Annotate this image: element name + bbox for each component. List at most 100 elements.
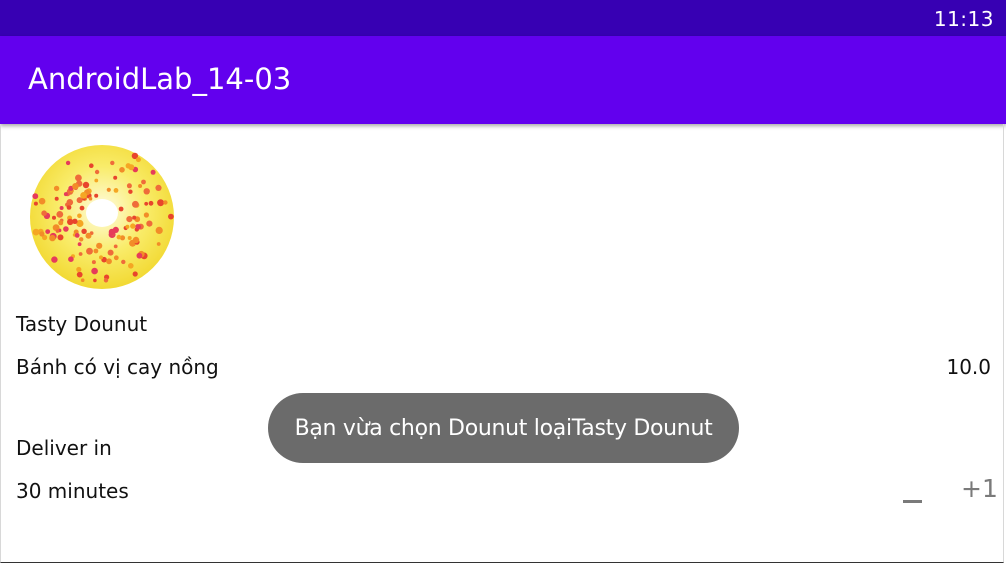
- sprinkle: [82, 181, 90, 189]
- sprinkle: [32, 228, 40, 236]
- sprinkle: [91, 267, 98, 275]
- sprinkle: [63, 226, 69, 232]
- sprinkle: [78, 252, 83, 256]
- sprinkle: [39, 231, 45, 237]
- sprinkle: [94, 193, 99, 198]
- sprinkle: [125, 224, 130, 229]
- sprinkle: [99, 255, 103, 260]
- sprinkle: [130, 223, 136, 229]
- sprinkle: [136, 252, 143, 259]
- sprinkle: [126, 216, 133, 223]
- sprinkle: [51, 256, 58, 263]
- sprinkle: [72, 183, 79, 190]
- sprinkle: [128, 263, 134, 269]
- sprinkle: [80, 192, 87, 199]
- minus-icon: [903, 500, 922, 503]
- sprinkle: [141, 179, 146, 185]
- sprinkle: [79, 205, 85, 211]
- sprinkle: [77, 213, 82, 219]
- sprinkle: [103, 278, 109, 283]
- sprinkle: [77, 242, 82, 247]
- sprinkle: [76, 271, 83, 278]
- sprinkle: [132, 215, 137, 220]
- sprinkle: [113, 188, 119, 193]
- sprinkle: [155, 184, 162, 191]
- sprinkle: [56, 211, 64, 218]
- sprinkle: [148, 200, 154, 206]
- status-bar: 11:13: [0, 0, 1006, 36]
- sprinkle: [163, 200, 168, 205]
- sprinkle: [33, 201, 38, 206]
- sprinkle: [146, 220, 153, 227]
- sprinkle: [132, 271, 138, 277]
- product-name: Tasty Dounut: [16, 312, 148, 336]
- sprinkle: [94, 178, 99, 183]
- sprinkle: [96, 242, 103, 249]
- sprinkle: [119, 167, 125, 173]
- sprinkle: [132, 200, 139, 208]
- sprinkle: [93, 248, 99, 254]
- sprinkle: [76, 266, 82, 273]
- sprinkle: [107, 249, 114, 256]
- sprinkle: [32, 193, 39, 200]
- sprinkle: [106, 258, 112, 265]
- decrease-button[interactable]: [897, 476, 927, 510]
- sprinkle: [121, 259, 126, 265]
- increase-button[interactable]: +1: [961, 474, 998, 503]
- sprinkle: [66, 199, 74, 206]
- sprinkle: [52, 215, 56, 220]
- status-time: 11:13: [933, 7, 994, 31]
- donut-image: [30, 145, 174, 289]
- sprinkle: [57, 234, 64, 241]
- sprinkle: [113, 244, 118, 249]
- sprinkle: [113, 255, 119, 261]
- sprinkle: [168, 213, 174, 220]
- product-description: Bánh có vị cay nồng: [16, 355, 219, 379]
- sprinkle: [53, 185, 60, 192]
- sprinkle: [89, 163, 94, 168]
- sprinkle: [85, 232, 92, 239]
- deliver-label: Deliver in: [16, 436, 112, 460]
- sprinkle: [127, 236, 132, 240]
- sprinkle: [93, 278, 97, 283]
- sprinkle: [63, 192, 68, 197]
- sprinkle: [94, 169, 100, 175]
- sprinkle: [112, 226, 119, 233]
- sprinkle: [75, 174, 82, 182]
- sprinkle: [68, 256, 74, 262]
- sprinkle: [110, 160, 115, 166]
- deliver-time: 30 minutes: [16, 479, 129, 503]
- sprinkle: [143, 188, 150, 195]
- sprinkle: [155, 226, 163, 234]
- sprinkle: [135, 224, 141, 229]
- sprinkle: [65, 160, 71, 166]
- sprinkle: [132, 236, 140, 244]
- sprinkle: [55, 229, 60, 233]
- sprinkle: [41, 210, 47, 216]
- sprinkle: [58, 220, 64, 226]
- sprinkle: [80, 278, 85, 282]
- sprinkle: [45, 229, 51, 234]
- sprinkle: [135, 157, 141, 163]
- sprinkle: [66, 205, 72, 210]
- sprinkle: [116, 234, 122, 240]
- sprinkle: [59, 206, 64, 210]
- sprinkle: [118, 206, 124, 212]
- sprinkle: [157, 199, 165, 207]
- sprinkle: [67, 218, 74, 226]
- sprinkle: [128, 189, 133, 194]
- sprinkle: [79, 237, 84, 242]
- sprinkle: [150, 169, 156, 175]
- sprinkle: [128, 164, 135, 171]
- sprinkle: [91, 260, 96, 265]
- sprinkle: [144, 201, 149, 206]
- sprinkle: [106, 187, 111, 192]
- sprinkle: [143, 212, 149, 218]
- sprinkle: [126, 183, 132, 189]
- app-bar: AndroidLab_14-03: [0, 36, 1006, 124]
- sprinkle: [38, 197, 46, 205]
- sprinkle: [113, 175, 118, 180]
- sprinkle: [49, 234, 56, 242]
- sprinkle: [54, 196, 59, 201]
- sprinkle: [86, 247, 93, 255]
